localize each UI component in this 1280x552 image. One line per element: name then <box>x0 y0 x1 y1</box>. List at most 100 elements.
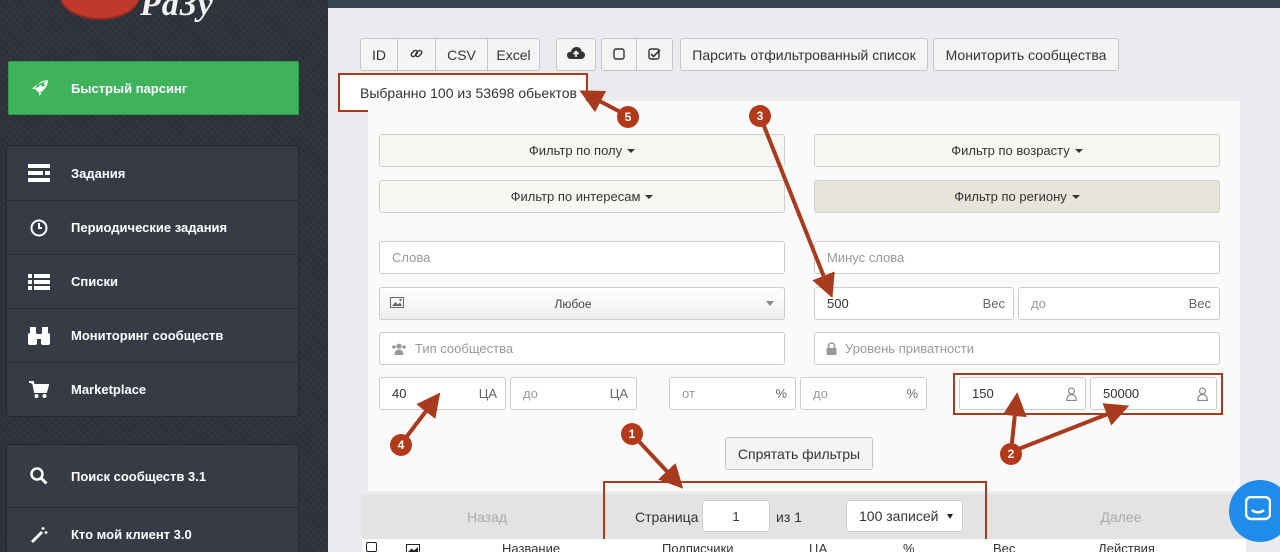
words-input[interactable]: Слова <box>379 241 785 274</box>
export-link-button[interactable] <box>398 38 436 71</box>
caret-down-icon <box>645 194 654 199</box>
chat-icon <box>1244 495 1272 527</box>
sidebar-item-lists[interactable]: Списки <box>7 254 298 308</box>
quick-parse-label: Быстрый парсинг <box>71 80 188 96</box>
sidebar-menu-main: Задания Периодические задания Списки Мон… <box>6 145 299 417</box>
percent-from-input[interactable]: от % <box>669 377 796 410</box>
image-select[interactable]: Любое <box>379 287 785 320</box>
checkbox-empty-icon <box>613 47 625 63</box>
ca-to-input[interactable]: до ЦА <box>510 377 637 410</box>
image-select-value: Любое <box>554 296 592 311</box>
sidebar-item-label: Мониторинг сообществ <box>71 328 224 343</box>
users-icon <box>391 343 407 355</box>
column-name[interactable]: Название <box>502 541 560 552</box>
column-ca[interactable]: ЦА <box>809 541 827 552</box>
cloud-upload-icon <box>567 46 585 63</box>
filter-interests-label: Фильтр по интересам <box>510 189 641 204</box>
export-csv-button[interactable]: CSV <box>436 38 488 71</box>
hide-filters-button[interactable]: Спрятать фильтры <box>725 437 873 470</box>
privacy-level-placeholder: Уровень приватности <box>845 341 975 356</box>
annotation-badge-2: 2 <box>1000 443 1022 465</box>
image-column-icon <box>406 542 420 552</box>
ca-suffix: ЦА <box>478 386 497 401</box>
next-page-button[interactable]: Далее <box>996 494 1246 539</box>
filter-age-label: Фильтр по возрасту <box>951 143 1070 158</box>
filter-gender-button[interactable]: Фильтр по полу <box>379 134 785 167</box>
filter-interests-button[interactable]: Фильтр по интересам <box>379 180 785 213</box>
weight-to-placeholder: до <box>1031 296 1046 311</box>
sidebar-item-who-is-my-client[interactable]: Кто мой клиент 3.0 <box>7 507 298 552</box>
sidebar-item-marketplace[interactable]: Marketplace <box>7 362 298 416</box>
filter-region-button[interactable]: Фильтр по региону <box>814 180 1220 213</box>
prev-page-button[interactable]: Назад <box>362 494 612 539</box>
sidebar-item-label: Периодические задания <box>71 220 228 235</box>
weight-suffix: Вес <box>982 296 1005 311</box>
weight-to-input[interactable]: до Вес <box>1018 287 1220 320</box>
sidebar: Pa3y Быстрый парсинг Задания Периодическ… <box>0 0 328 552</box>
filter-region-label: Фильтр по региону <box>954 189 1067 204</box>
annotation-badge-5: 5 <box>617 106 639 128</box>
column-subscribers[interactable]: Подписчики <box>662 541 734 552</box>
filter-panel: Фильтр по полу Фильтр по возрасту Фильтр… <box>368 101 1240 491</box>
sidebar-item-community-search[interactable]: Поиск сообществ 3.1 <box>7 445 298 507</box>
minus-words-input[interactable]: Минус слова <box>814 241 1220 274</box>
select-all-button[interactable] <box>637 38 673 71</box>
members-range-highlight <box>953 373 1223 415</box>
sidebar-menu-tools: Поиск сообществ 3.1 Кто мой клиент 3.0 <box>6 444 299 552</box>
sidebar-item-periodic-tasks[interactable]: Периодические задания <box>7 200 298 254</box>
list-icon <box>7 273 71 290</box>
column-weight[interactable]: Вес <box>993 541 1015 552</box>
community-type-input[interactable]: Тип сообщества <box>379 332 785 365</box>
lock-icon <box>826 342 837 355</box>
column-actions: Действия <box>1098 541 1155 552</box>
percent-to-input[interactable]: до % <box>800 377 927 410</box>
link-icon <box>410 47 423 63</box>
parse-filtered-button[interactable]: Парсить отфильтрованный список <box>680 38 928 71</box>
quick-parse-button[interactable]: Быстрый парсинг <box>8 61 299 115</box>
ca-suffix: ЦА <box>609 386 628 401</box>
percent-suffix: % <box>906 386 918 401</box>
top-bar <box>328 0 1280 8</box>
sidebar-item-label: Кто мой клиент 3.0 <box>71 527 192 542</box>
upload-button[interactable] <box>556 38 596 71</box>
sidebar-item-label: Задания <box>71 165 126 181</box>
sidebar-item-community-monitoring[interactable]: Мониторинг сообществ <box>7 308 298 362</box>
ca-to-placeholder: до <box>523 386 538 401</box>
ca-from-input[interactable]: 40 ЦА <box>379 377 506 410</box>
caret-down-icon <box>627 148 636 153</box>
cart-icon <box>7 380 71 399</box>
selection-info-text: Выбранно 100 из 53698 обьектов <box>360 85 577 101</box>
minus-words-placeholder: Минус слова <box>827 250 905 265</box>
column-percent[interactable]: % <box>903 541 915 552</box>
privacy-level-input[interactable]: Уровень приватности <box>814 332 1220 365</box>
rocket-icon <box>9 78 71 98</box>
export-id-button[interactable]: ID <box>360 38 398 71</box>
logo-text: Pa3y <box>140 0 214 23</box>
annotation-badge-4: 4 <box>390 434 412 456</box>
ca-from-value: 40 <box>392 386 407 401</box>
caret-down-icon <box>1074 148 1083 153</box>
logo-icon <box>60 0 140 18</box>
sidebar-item-label: Поиск сообществ 3.1 <box>71 468 207 484</box>
checkbox-checked-icon <box>648 47 661 63</box>
filter-gender-label: Фильтр по полу <box>528 143 623 158</box>
select-all-checkbox[interactable] <box>366 542 377 552</box>
search-icon <box>7 467 71 485</box>
caret-down-icon <box>1071 194 1080 199</box>
clock-icon <box>7 219 71 237</box>
export-button-group: ID CSV Excel <box>360 38 540 71</box>
sidebar-item-tasks[interactable]: Задания <box>7 146 298 200</box>
community-type-placeholder: Тип сообщества <box>415 341 514 356</box>
filter-age-button[interactable]: Фильтр по возрасту <box>814 134 1220 167</box>
deselect-all-button[interactable] <box>601 38 637 71</box>
tasks-icon <box>7 164 71 182</box>
weight-suffix: Вес <box>1188 296 1211 311</box>
chevron-down-icon <box>766 301 774 306</box>
main-content: ID CSV Excel Парсить отфильтрованный спи… <box>328 0 1280 552</box>
weight-from-value: 500 <box>827 296 849 311</box>
weight-from-input[interactable]: 500 Вес <box>814 287 1014 320</box>
sidebar-item-label: Marketplace <box>71 382 147 397</box>
export-excel-button[interactable]: Excel <box>488 38 540 71</box>
monitor-communities-button[interactable]: Мониторить сообщества <box>933 38 1119 71</box>
magic-wand-icon <box>7 526 71 544</box>
